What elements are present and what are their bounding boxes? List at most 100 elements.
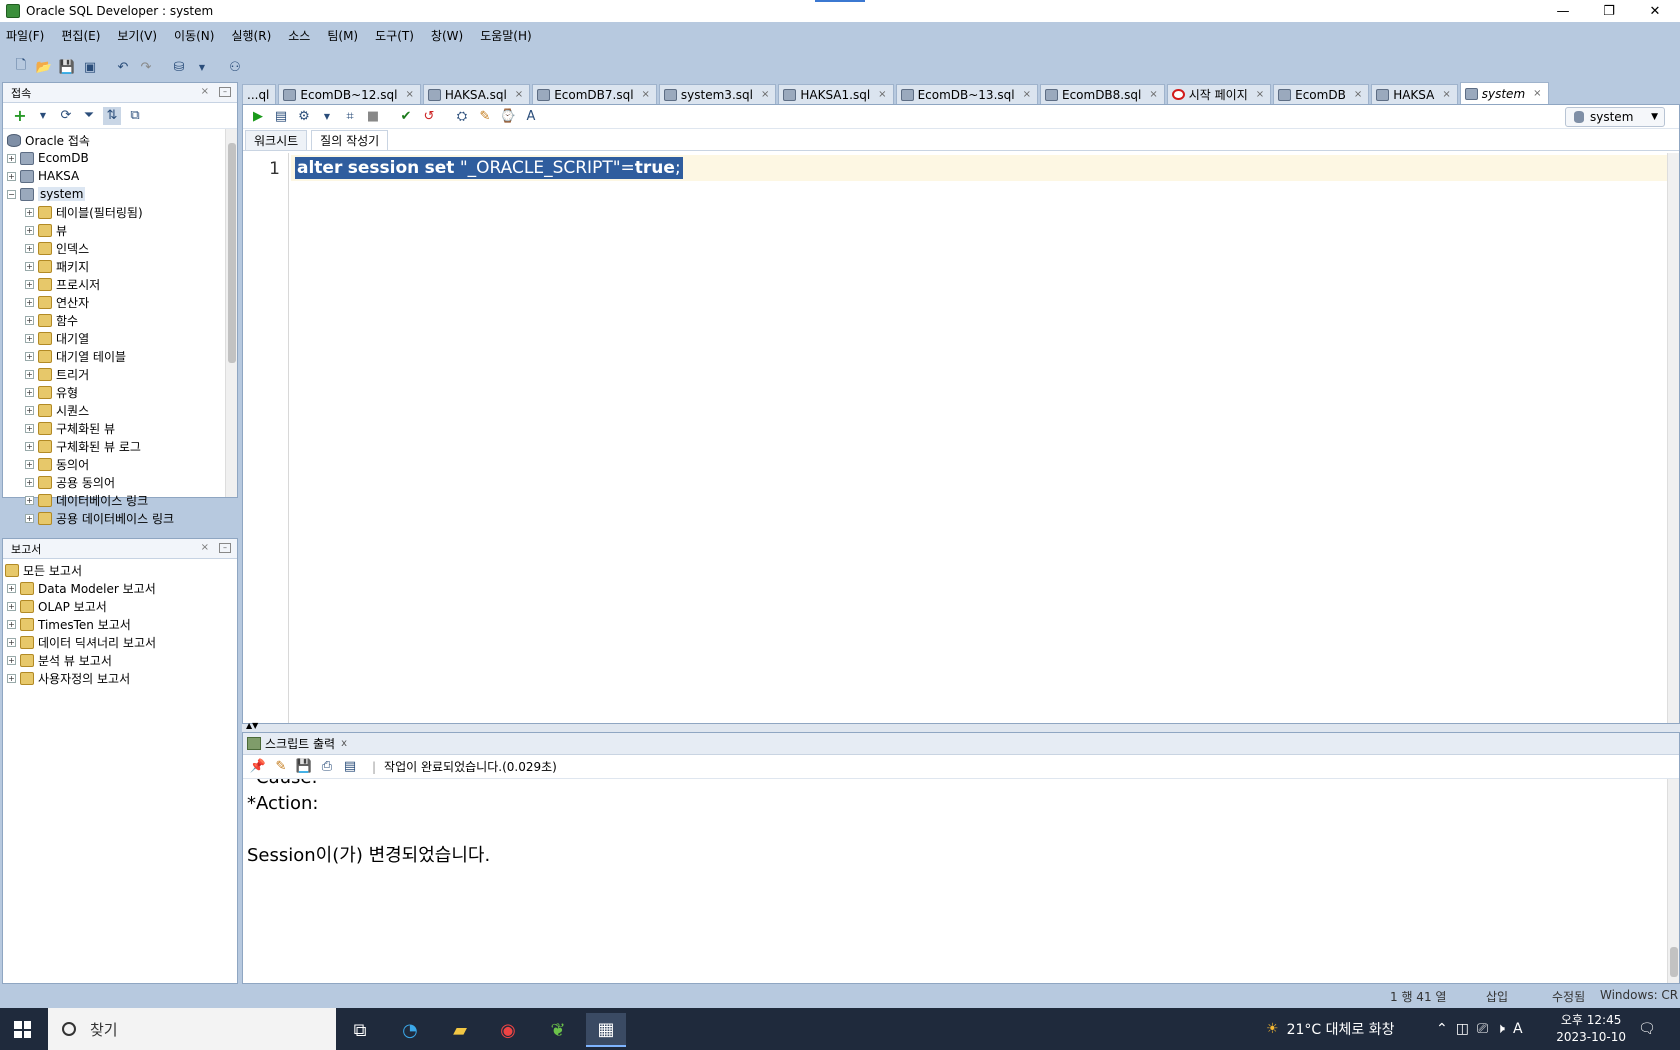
- stop-icon[interactable]: ■: [364, 108, 382, 126]
- tree-item-public-synonyms[interactable]: + 공용 동의어: [3, 473, 237, 491]
- close-icon[interactable]: ×: [1023, 89, 1031, 100]
- meet-now-icon[interactable]: ◫: [1456, 1021, 1469, 1037]
- menu-navigate[interactable]: 이동(N): [174, 27, 214, 44]
- run-statement-icon[interactable]: ▶: [249, 108, 267, 126]
- connections-scrollbar[interactable]: [225, 129, 237, 497]
- tree-item-mviews[interactable]: + 구체화된 뷰: [3, 419, 237, 437]
- expand-icon[interactable]: +: [25, 333, 34, 343]
- tree-item-types[interactable]: + 유형: [3, 383, 237, 401]
- expand-icon[interactable]: +: [25, 441, 34, 451]
- tree-item-olap-reports[interactable]: + OLAP 보고서: [3, 597, 237, 615]
- eraser-icon[interactable]: ✎: [272, 758, 290, 776]
- weather-widget[interactable]: ☀ 21°C 대체로 화창: [1266, 1008, 1394, 1050]
- explain-plan-icon[interactable]: ⚙: [295, 108, 313, 126]
- clear-icon[interactable]: ✎: [476, 108, 494, 126]
- task-view-icon[interactable]: ⧉: [340, 1013, 380, 1047]
- tree-item-system[interactable]: − system: [3, 185, 237, 203]
- tree-item-packages[interactable]: + 패키지: [3, 257, 237, 275]
- expand-icon[interactable]: +: [25, 315, 34, 325]
- edge-icon[interactable]: ◔: [390, 1013, 430, 1047]
- close-icon[interactable]: ×: [1442, 89, 1450, 100]
- menu-help[interactable]: 도움말(H): [480, 27, 532, 44]
- tab-script-output[interactable]: 스크립트 출력: [265, 735, 335, 752]
- close-button[interactable]: ✕: [1632, 0, 1678, 22]
- scrollbar-thumb[interactable]: [228, 143, 236, 363]
- expand-icon[interactable]: +: [25, 225, 34, 235]
- minimize-panel-icon[interactable]: –: [219, 543, 231, 553]
- tab-system[interactable]: system ×: [1459, 82, 1549, 104]
- chevron-up-icon[interactable]: ⌃: [1436, 1021, 1448, 1037]
- expand-icon[interactable]: +: [25, 369, 34, 379]
- refresh-icon[interactable]: ⟳: [57, 107, 75, 125]
- menu-team[interactable]: 팀(M): [327, 27, 358, 44]
- close-icon[interactable]: ×: [405, 89, 413, 100]
- tree-item-data-modeler-reports[interactable]: + Data Modeler 보고서: [3, 579, 237, 597]
- close-icon[interactable]: ×: [515, 89, 523, 100]
- network-icon[interactable]: ⎚: [1477, 1021, 1488, 1037]
- expand-icon[interactable]: +: [25, 387, 34, 397]
- close-icon[interactable]: ×: [1149, 89, 1157, 100]
- close-icon[interactable]: x: [341, 738, 347, 749]
- minimize-button[interactable]: —: [1540, 0, 1586, 22]
- taskbar-clock[interactable]: 오후 12:45 2023-10-10: [1556, 1012, 1626, 1046]
- tab-overflow[interactable]: ...ql: [242, 84, 277, 104]
- sql-developer-taskbar-icon[interactable]: ▦: [586, 1013, 626, 1047]
- tab-haksa[interactable]: HAKSA ×: [1371, 84, 1458, 104]
- tab-worksheet[interactable]: 워크시트: [245, 130, 308, 150]
- expand-icon[interactable]: +: [7, 153, 16, 163]
- expand-icon[interactable]: +: [7, 655, 16, 665]
- tree-item-functions[interactable]: + 함수: [3, 311, 237, 329]
- tab-ecomdb-13[interactable]: EcomDB~13.sql ×: [895, 84, 1038, 104]
- binoculars-icon[interactable]: ⚇: [226, 58, 244, 76]
- expand-icon[interactable]: +: [25, 207, 34, 217]
- code-area[interactable]: 1 alter session set "_ORACLE_SCRIPT"=tru…: [245, 153, 1667, 723]
- tab-start-page[interactable]: 시작 페이지 ×: [1166, 84, 1272, 104]
- tree-item-operators[interactable]: + 연산자: [3, 293, 237, 311]
- editor-output-splitter[interactable]: ▲▼: [242, 721, 1680, 732]
- close-icon[interactable]: ×: [761, 89, 769, 100]
- dropdown-arrow-icon[interactable]: ▼: [193, 58, 211, 76]
- tree-item-sequences[interactable]: + 시퀀스: [3, 401, 237, 419]
- expand-icon[interactable]: +: [7, 619, 16, 629]
- volume-icon[interactable]: 🕨: [1496, 1021, 1505, 1037]
- menu-window[interactable]: 창(W): [431, 27, 463, 44]
- new-icon[interactable]: 🗋: [12, 58, 30, 76]
- code-line[interactable]: alter session set "_ORACLE_SCRIPT"=true;: [295, 157, 683, 179]
- rollback-icon[interactable]: ↺: [420, 108, 438, 126]
- expand-icon[interactable]: +: [25, 351, 34, 361]
- tab-ecomdb[interactable]: EcomDB ×: [1273, 84, 1370, 104]
- save-icon[interactable]: 💾: [58, 58, 76, 76]
- output-scrollbar[interactable]: [1667, 779, 1679, 983]
- expand-icon[interactable]: +: [7, 171, 16, 181]
- windows-start-icon[interactable]: [14, 1021, 31, 1038]
- tab-system3[interactable]: system3.sql ×: [658, 84, 777, 104]
- maximize-button[interactable]: ❐: [1586, 0, 1632, 22]
- save-icon[interactable]: 💾: [295, 758, 313, 776]
- connection-selector[interactable]: system ▼: [1565, 107, 1665, 127]
- expand-icon[interactable]: +: [25, 297, 34, 307]
- tab-query-builder[interactable]: 질의 작성기: [311, 130, 389, 150]
- expand-icon[interactable]: +: [7, 601, 16, 611]
- notification-icon[interactable]: 🗨: [1638, 1008, 1656, 1050]
- tab-haksa-sql[interactable]: HAKSA.sql ×: [422, 84, 531, 104]
- tab-haksa1[interactable]: HAKSA1.sql ×: [778, 84, 894, 104]
- run-script-icon[interactable]: ▤: [272, 108, 290, 126]
- open-icon[interactable]: 📂: [35, 58, 53, 76]
- expand-icon[interactable]: +: [25, 405, 34, 415]
- expand-icon[interactable]: +: [25, 279, 34, 289]
- ime-indicator[interactable]: A: [1513, 1021, 1523, 1037]
- tree-item-triggers[interactable]: + 트리거: [3, 365, 237, 383]
- tab-ecomdb8[interactable]: EcomDB8.sql ×: [1039, 84, 1165, 104]
- editor-scrollbar[interactable]: [1667, 153, 1679, 723]
- menu-view[interactable]: 보기(V): [117, 27, 157, 44]
- close-icon[interactable]: ×: [201, 86, 209, 97]
- expand-icon[interactable]: +: [7, 637, 16, 647]
- tree-item-synonyms[interactable]: + 동의어: [3, 455, 237, 473]
- scrollbar-thumb[interactable]: [1670, 947, 1678, 977]
- tree-item-queues[interactable]: + 대기열: [3, 329, 237, 347]
- expand-icon[interactable]: +: [25, 477, 34, 487]
- tree-item-user-reports[interactable]: + 사용자정의 보고서: [3, 669, 237, 687]
- expand-icon[interactable]: +: [7, 673, 16, 683]
- tree-item-views[interactable]: + 뷰: [3, 221, 237, 239]
- sql-worksheet-icon[interactable]: ⛁: [170, 58, 188, 76]
